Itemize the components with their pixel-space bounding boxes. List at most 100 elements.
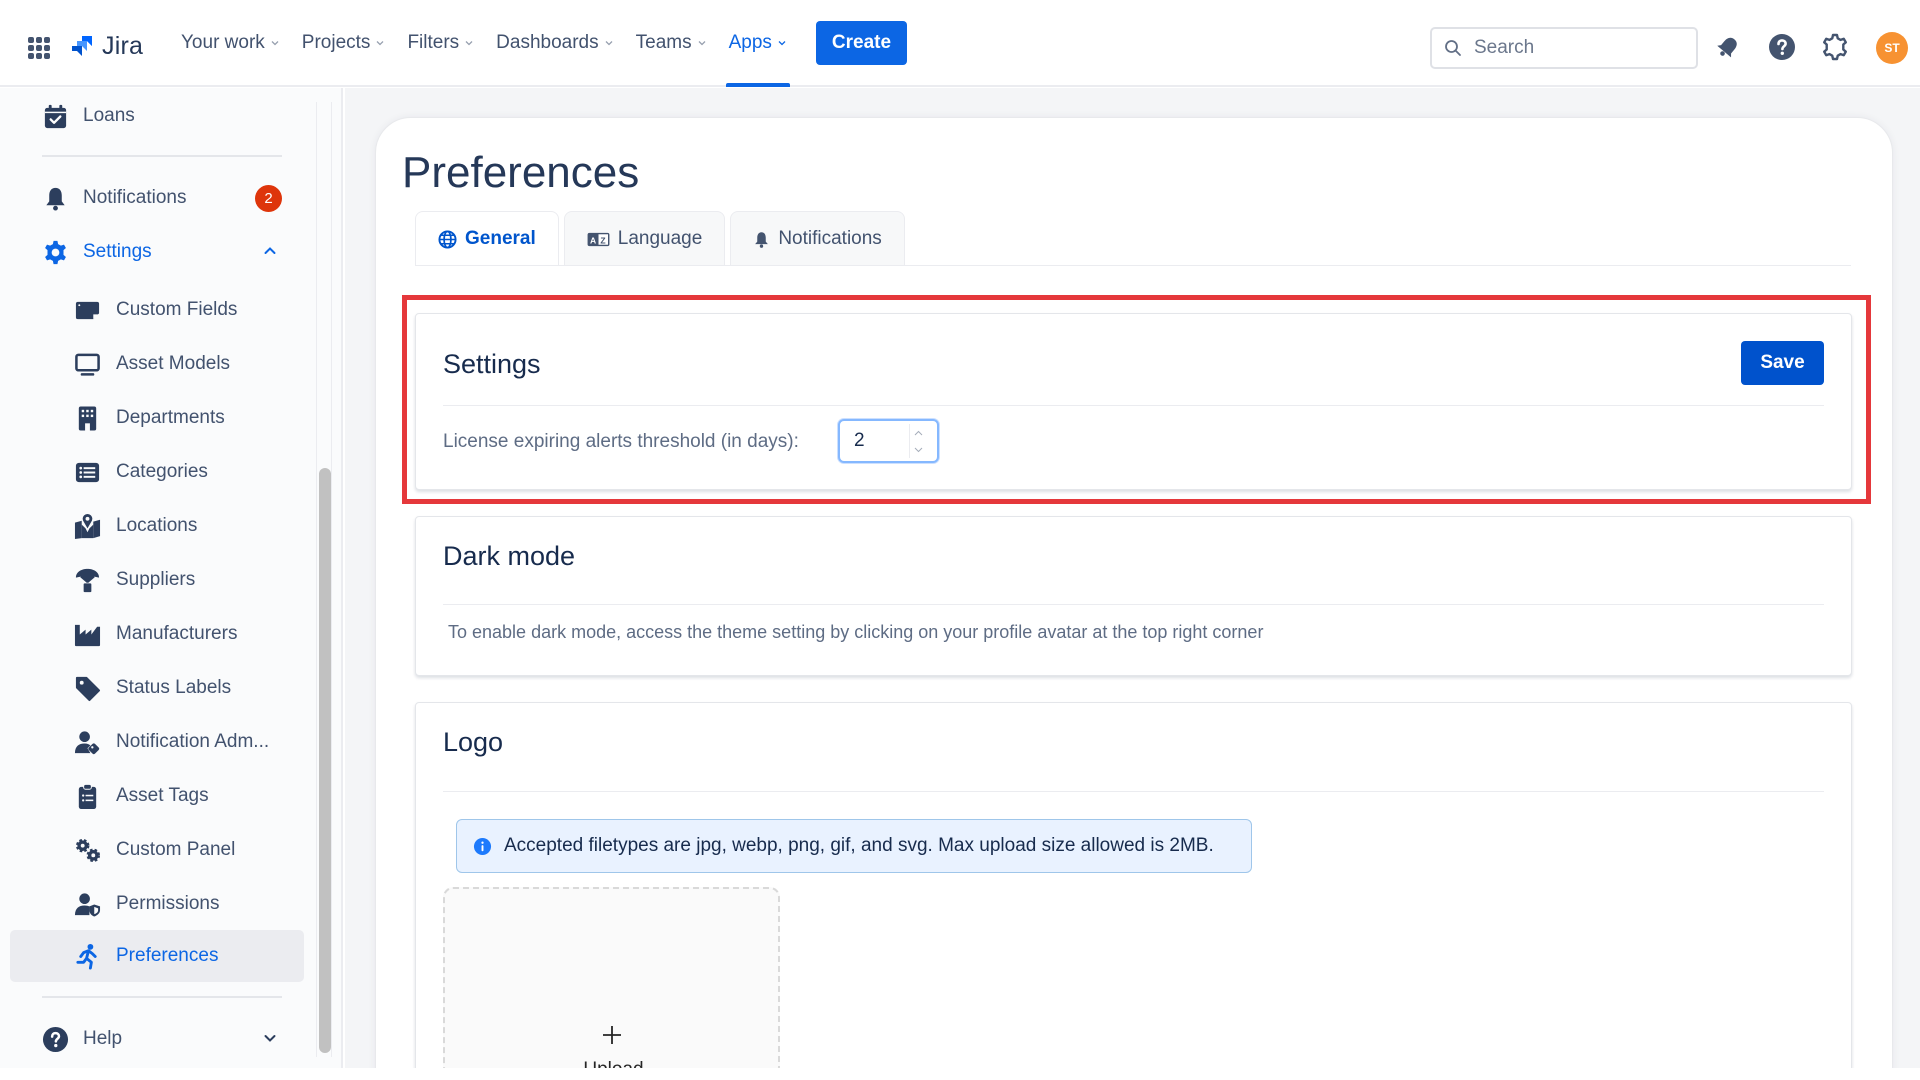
sidebar-item-label: Notifications <box>83 187 187 208</box>
sidebar-item-asset-tags[interactable]: Asset Tags <box>0 770 300 822</box>
sidebar-item-custom-panel[interactable]: Custom Panel <box>0 824 300 876</box>
chevron-up-icon[interactable] <box>262 243 280 261</box>
chevron-down-icon <box>375 38 385 48</box>
sidebar-item-label: Notification Adm... <box>116 731 270 752</box>
sidebar-item-custom-fields[interactable]: Custom Fields <box>0 284 300 336</box>
sidebar-item-locations[interactable]: Locations <box>0 500 300 552</box>
tab-label: Language <box>617 228 703 249</box>
monitor-icon <box>73 350 101 378</box>
notifications-icon <box>1717 37 1737 58</box>
chevron-down-icon <box>604 38 614 48</box>
dark-mode-description: To enable dark mode, access the theme se… <box>448 622 1264 642</box>
bell-icon <box>755 231 769 248</box>
help-button[interactable] <box>1767 32 1797 62</box>
nav-projects[interactable]: Projects <box>291 0 397 86</box>
parachute-box-icon <box>73 566 101 594</box>
info-icon <box>473 837 492 855</box>
user-shield-icon <box>73 890 101 918</box>
nav-dashboards[interactable]: Dashboards <box>485 0 624 86</box>
sidebar-item-status-labels[interactable]: Status Labels <box>0 662 300 714</box>
sidebar-item-label: Locations <box>116 515 198 536</box>
list-icon <box>73 458 101 486</box>
sidebar-item-preferences[interactable]: Preferences <box>10 930 304 982</box>
help-icon <box>1769 34 1795 60</box>
sidebar-item-permissions[interactable]: Permissions <box>0 878 300 930</box>
create-button[interactable]: Create <box>815 21 908 65</box>
person-running-icon <box>73 942 101 970</box>
user-tag-icon <box>73 728 101 756</box>
chevron-down-icon <box>270 38 280 48</box>
bottom-edge <box>0 1068 1920 1080</box>
sidebar-item-label: Manufacturers <box>116 623 238 644</box>
sidebar-item-settings[interactable]: Settings <box>0 226 300 278</box>
globe-icon <box>438 229 457 249</box>
calendar-check-icon <box>41 102 69 130</box>
page-title: Preferences <box>402 148 640 197</box>
tab-label: Notifications <box>778 228 882 249</box>
svg-text:A: A <box>590 235 596 245</box>
search-input[interactable] <box>1474 37 1674 59</box>
sidebar-item-suppliers[interactable]: Suppliers <box>0 554 300 606</box>
map-pin-icon <box>73 512 101 540</box>
panel-divider <box>443 604 1824 605</box>
preferences-tabs: General AZ Language Notifications <box>415 211 905 266</box>
tab-language[interactable]: AZ Language <box>563 211 726 266</box>
logo-panel: Logo Accepted filetypes are jpg, webp, p… <box>415 702 1852 1080</box>
sidebar-item-categories[interactable]: Categories <box>0 446 300 498</box>
sidebar-item-asset-models[interactable]: Asset Models <box>0 338 300 390</box>
gears-icon <box>73 836 101 864</box>
nav-label: Apps <box>728 32 772 53</box>
highlight-annotation-box <box>402 295 1871 504</box>
gear-icon <box>41 238 69 266</box>
sidebar-item-notification-admins[interactable]: Notification Adm... <box>0 716 300 768</box>
sidebar: Loans Notifications 2 Settings Custom Fi… <box>0 88 343 1068</box>
sidebar-item-manufacturers[interactable]: Manufacturers <box>0 608 300 660</box>
panel-divider <box>443 791 1824 792</box>
top-navigation-bar: Jira Your work Projects Filters Dashboar… <box>0 0 1920 87</box>
sidebar-item-label: Asset Tags <box>116 785 209 806</box>
tab-label: General <box>465 228 536 249</box>
nav-teams[interactable]: Teams <box>625 0 718 86</box>
jira-logo[interactable]: Jira <box>68 32 143 61</box>
help-circle-icon <box>41 1025 69 1053</box>
search-field[interactable] <box>1430 27 1698 69</box>
tabs-divider <box>415 265 1851 266</box>
tab-notifications[interactable]: Notifications <box>730 211 905 266</box>
chevron-down-icon[interactable] <box>262 1030 280 1048</box>
sidebar-item-label: Help <box>83 1028 123 1049</box>
sidebar-item-loans[interactable]: Loans <box>0 90 300 142</box>
app-switcher-grid-icon[interactable] <box>28 37 50 59</box>
sidebar-divider <box>42 155 282 157</box>
language-icon: AZ <box>587 232 610 246</box>
jira-wordmark: Jira <box>102 32 144 60</box>
sidebar-item-departments[interactable]: Departments <box>0 392 300 444</box>
sidebar-item-label: Custom Panel <box>116 839 236 860</box>
sidebar-item-notifications[interactable]: Notifications 2 <box>0 172 300 224</box>
sidebar-item-help[interactable]: Help <box>0 1013 300 1065</box>
sidebar-divider <box>42 996 282 998</box>
sidebar-item-label: Suppliers <box>116 569 196 590</box>
nav-filters[interactable]: Filters <box>396 0 485 86</box>
chevron-down-icon <box>697 38 707 48</box>
clipboard-list-icon <box>73 782 101 810</box>
building-icon <box>73 404 101 432</box>
nav-your-work[interactable]: Your work <box>170 0 291 86</box>
sidebar-item-label: Settings <box>83 241 152 262</box>
sidebar-scrollbar-thumb[interactable] <box>319 468 331 1053</box>
nav-label: Teams <box>635 32 692 53</box>
settings-button[interactable] <box>1820 32 1850 62</box>
dark-mode-panel: Dark mode To enable dark mode, access th… <box>415 516 1852 676</box>
chevron-down-icon <box>777 38 787 48</box>
tab-general[interactable]: General <box>415 211 559 266</box>
filetype-info-text: Accepted filetypes are jpg, webp, png, g… <box>504 835 1214 856</box>
primary-nav: Your work Projects Filters Dashboards Te… <box>170 0 908 87</box>
jira-logo-icon <box>72 35 92 56</box>
sidebar-item-label: Preferences <box>116 945 219 966</box>
notifications-button[interactable] <box>1713 32 1743 62</box>
logo-upload-dropzone[interactable]: Upload <box>443 887 780 1077</box>
nav-apps[interactable]: Apps <box>718 0 798 87</box>
sidebar-item-label: Categories <box>116 461 208 482</box>
tag-icon <box>73 674 101 702</box>
sidebar-item-label: Departments <box>116 407 225 428</box>
profile-avatar[interactable]: ST <box>1876 32 1908 64</box>
